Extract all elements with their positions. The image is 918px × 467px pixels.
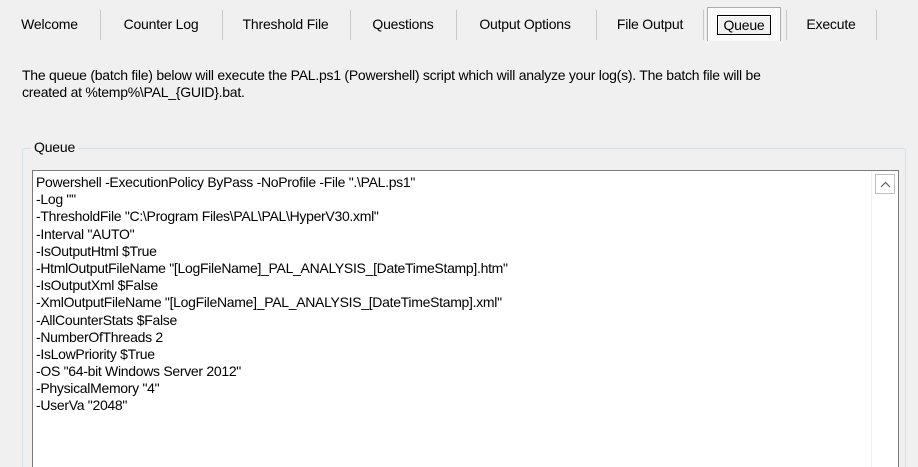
chevron-up-icon: [880, 181, 890, 187]
queue-line: -NumberOfThreads 2: [36, 328, 163, 345]
queue-line: -HtmlOutputFileName "[LogFileName]_PAL_A…: [36, 259, 508, 276]
queue-textarea[interactable]: Powershell -ExecutionPolicy ByPass -NoPr…: [32, 170, 899, 467]
tab-label: File Output: [616, 16, 684, 32]
tab-welcome[interactable]: Welcome: [6, 9, 93, 39]
tab-label: Questions: [372, 16, 434, 32]
description-line-2: created at %temp%\PAL_{GUID}.bat.: [22, 84, 245, 100]
queue-line: -XmlOutputFileName "[LogFileName]_PAL_AN…: [36, 294, 502, 311]
tab-strip: Welcome Counter Log Threshold File Quest…: [0, 0, 918, 46]
tab-label: Welcome: [21, 16, 78, 32]
tab-execute[interactable]: Execute: [790, 9, 872, 39]
tab-label: Threshold File: [242, 16, 329, 32]
tab-counter-log[interactable]: Counter Log: [105, 9, 217, 39]
queue-line: -UserVa "2048": [36, 397, 128, 414]
tab-separator: [703, 10, 704, 40]
tab-separator: [876, 10, 877, 40]
queue-group-label: Queue: [31, 139, 79, 155]
vertical-scrollbar[interactable]: [871, 171, 898, 467]
tab-separator: [350, 10, 351, 40]
tab-file-output[interactable]: File Output: [601, 9, 699, 39]
scroll-up-button[interactable]: [875, 174, 895, 194]
queue-line: -PhysicalMemory "4": [36, 380, 160, 397]
tab-label: Counter Log: [123, 16, 199, 32]
queue-description: The queue (batch file) below will execut…: [22, 67, 906, 101]
tab-separator: [456, 10, 457, 40]
pal-wizard-window: Welcome Counter Log Threshold File Quest…: [0, 0, 918, 467]
description-line-1: The queue (batch file) below will execut…: [22, 67, 761, 83]
queue-line: -OS "64-bit Windows Server 2012": [36, 363, 241, 380]
queue-line: -Interval "AUTO": [36, 225, 135, 242]
queue-text-content: Powershell -ExecutionPolicy ByPass -NoPr…: [36, 174, 866, 415]
tab-threshold-file[interactable]: Threshold File: [227, 9, 344, 39]
queue-line: -IsLowPriority $True: [36, 345, 155, 362]
tab-output-options[interactable]: Output Options: [461, 9, 589, 39]
tab-separator: [100, 10, 101, 40]
tab-label: Output Options: [479, 16, 571, 32]
tab-separator: [786, 10, 787, 40]
tab-questions[interactable]: Questions: [355, 9, 451, 39]
queue-line: Powershell -ExecutionPolicy ByPass -NoPr…: [36, 174, 416, 190]
tab-queue[interactable]: Queue: [707, 7, 781, 41]
queue-line: -IsOutputHtml $True: [36, 242, 157, 259]
tab-label: Execute: [806, 16, 856, 32]
tab-separator: [596, 10, 597, 40]
queue-line: -Log "": [36, 191, 76, 208]
queue-line: -ThresholdFile "C:\Program Files\PAL\PAL…: [36, 208, 379, 225]
queue-line: -AllCounterStats $False: [36, 311, 177, 328]
tab-separator: [222, 10, 223, 40]
queue-line: -IsOutputXml $False: [36, 277, 158, 294]
tab-label: Queue: [717, 14, 771, 35]
